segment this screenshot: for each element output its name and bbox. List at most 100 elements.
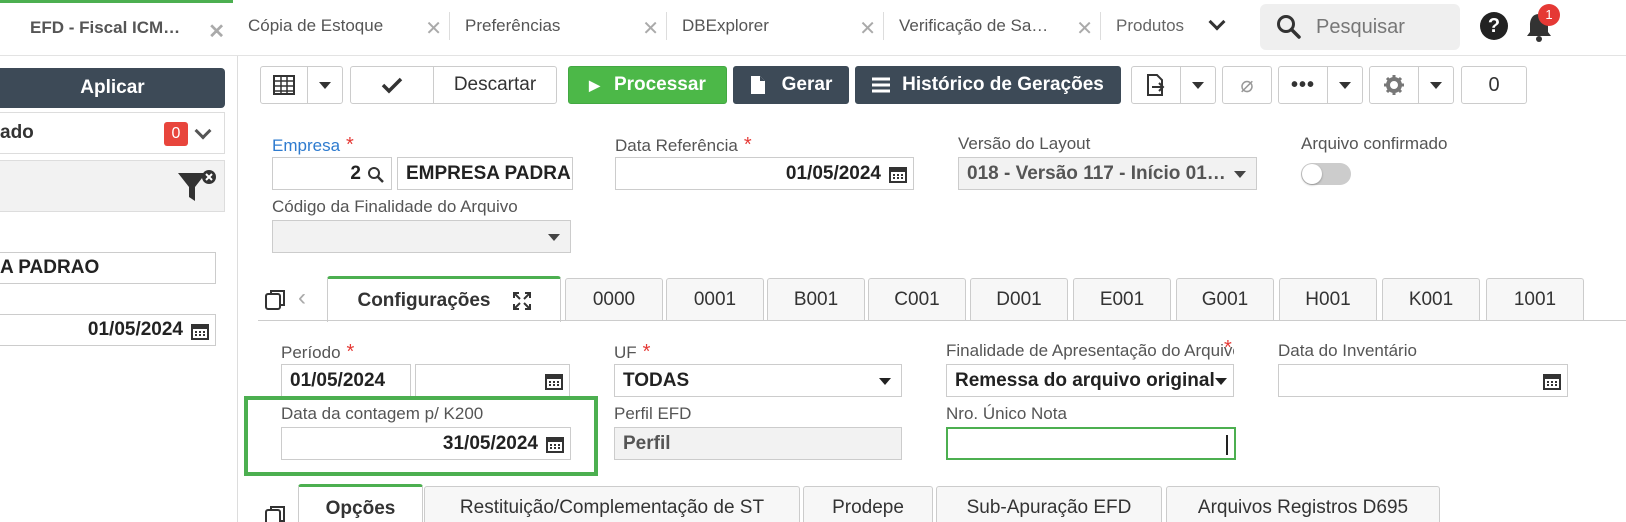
- versao-layout-value: 018 - Versão 117 - Início 01/…: [967, 162, 1226, 184]
- tab-0000[interactable]: 0000: [565, 278, 663, 320]
- data-inventario-input[interactable]: [1278, 364, 1568, 397]
- tab-d001[interactable]: D001: [970, 278, 1068, 320]
- filter-group-row[interactable]: ado 0: [0, 112, 225, 154]
- confirm-button[interactable]: [350, 66, 434, 104]
- tab-preferencias[interactable]: Preferências ✕: [450, 0, 667, 52]
- text-cursor: [1226, 435, 1228, 455]
- arquivo-confirmado-toggle[interactable]: [1301, 163, 1351, 185]
- periodo-start-input[interactable]: 01/05/2024: [281, 364, 411, 397]
- attachment-button[interactable]: ⌀: [1222, 66, 1272, 104]
- close-icon[interactable]: ✕: [425, 16, 442, 41]
- periodo-end-input[interactable]: [415, 364, 570, 397]
- search-placeholder: Pesquisar: [1316, 15, 1405, 38]
- tab-g001[interactable]: G001: [1176, 278, 1274, 320]
- calendar-icon[interactable]: [191, 322, 209, 340]
- toggle-knob: [1302, 164, 1322, 184]
- file-icon: [750, 76, 765, 94]
- history-button[interactable]: Histórico de Gerações: [855, 66, 1121, 104]
- settings-button[interactable]: [1369, 66, 1419, 104]
- caret-down-icon: [1339, 81, 1351, 89]
- caret-down-icon: [1192, 81, 1204, 89]
- tab-arquivos-d695[interactable]: Arquivos Registros D695: [1166, 486, 1440, 522]
- tab-efd-fiscal[interactable]: EFD - Fiscal ICM… ✕: [0, 0, 233, 52]
- process-button[interactable]: ▶ Processar: [568, 66, 727, 104]
- codigo-finalidade-label: Código da Finalidade do Arquivo: [272, 197, 518, 216]
- required-marker: *: [346, 134, 354, 156]
- tab-produtos[interactable]: Produtos: [1101, 0, 1246, 52]
- tab-k001[interactable]: K001: [1382, 278, 1480, 320]
- tab-dbexplorer[interactable]: DBExplorer ✕: [667, 0, 884, 52]
- perfil-efd-input[interactable]: Perfil: [614, 427, 902, 460]
- history-label: Histórico de Gerações: [902, 74, 1104, 95]
- versao-layout-label: Versão do Layout: [958, 134, 1091, 153]
- tab-0001[interactable]: 0001: [666, 278, 764, 320]
- empresa-name-input[interactable]: EMPRESA PADRA: [397, 157, 573, 190]
- tab-opcoes[interactable]: Opções: [298, 484, 423, 522]
- tab-copia-estoque[interactable]: Cópia de Estoque ✕: [233, 0, 450, 52]
- empresa-label[interactable]: Empresa *: [272, 134, 354, 157]
- process-label: Processar: [613, 74, 706, 95]
- export-button[interactable]: [1131, 66, 1181, 104]
- caret-down-icon: [548, 234, 560, 241]
- grid-view-dropdown[interactable]: [307, 66, 343, 104]
- tab-prodepe[interactable]: Prodepe: [803, 486, 933, 522]
- search-input[interactable]: Pesquisar: [1260, 4, 1460, 50]
- check-icon: [381, 77, 403, 94]
- required-marker: *: [1224, 337, 1232, 359]
- filter-company-field[interactable]: A PADRAO: [0, 252, 216, 284]
- record-counter: 0: [1461, 66, 1527, 104]
- more-dropdown[interactable]: [1327, 66, 1363, 104]
- required-marker: *: [743, 134, 752, 156]
- generate-button[interactable]: Gerar: [733, 66, 849, 104]
- filter-date-field[interactable]: 01/05/2024: [0, 314, 216, 346]
- caret-down-icon: [1215, 378, 1227, 385]
- tab-c001[interactable]: C001: [868, 278, 966, 320]
- close-icon[interactable]: ✕: [1076, 16, 1093, 41]
- apply-button[interactable]: Aplicar: [0, 68, 225, 108]
- tab-e001[interactable]: E001: [1073, 278, 1171, 320]
- codigo-finalidade-select[interactable]: [272, 220, 571, 253]
- help-icon[interactable]: ?: [1480, 12, 1508, 40]
- calendar-icon[interactable]: [889, 165, 907, 183]
- expand-icon[interactable]: [512, 291, 531, 310]
- data-referencia-label-text: Data Referência: [615, 136, 738, 155]
- nro-unico-nota-input[interactable]: [946, 427, 1236, 460]
- search-icon[interactable]: [367, 166, 385, 184]
- required-marker: *: [642, 341, 651, 363]
- versao-layout-select[interactable]: 018 - Versão 117 - Início 01/…: [958, 157, 1257, 190]
- tab-label: EFD - Fiscal ICM…: [30, 17, 181, 37]
- empresa-label-text: Empresa: [272, 136, 341, 155]
- tab-h001[interactable]: H001: [1279, 278, 1377, 320]
- copy-icon[interactable]: [264, 504, 288, 522]
- chevron-down-icon[interactable]: [1208, 13, 1226, 31]
- arquivo-confirmado-label: Arquivo confirmado: [1301, 134, 1448, 153]
- calendar-icon[interactable]: [545, 372, 563, 390]
- tab-restituicao[interactable]: Restituição/Complementação de ST: [424, 486, 800, 522]
- tab-label: Preferências: [465, 16, 561, 35]
- calendar-icon[interactable]: [1543, 372, 1561, 390]
- tab-configuracoes[interactable]: Configurações: [327, 276, 561, 322]
- finalidade-label: Finalidade de Apresentação do Arquivo: [946, 341, 1234, 361]
- close-icon[interactable]: ✕: [642, 16, 659, 41]
- chevron-left-icon[interactable]: ‹: [298, 284, 306, 312]
- grid-view-button[interactable]: [260, 66, 308, 104]
- empresa-code-input[interactable]: 2: [272, 157, 392, 190]
- tab-sub-apuracao[interactable]: Sub-Apuração EFD: [936, 486, 1162, 522]
- tab-1001[interactable]: 1001: [1486, 278, 1584, 320]
- finalidade-select[interactable]: Remessa do arquivo original: [946, 364, 1234, 397]
- gear-icon: [1384, 75, 1404, 95]
- tab-label: Verificação de Sa…: [899, 16, 1049, 35]
- discard-button[interactable]: Descartar: [433, 66, 557, 104]
- tab-b001[interactable]: B001: [767, 278, 865, 320]
- settings-dropdown[interactable]: [1418, 66, 1454, 104]
- chevron-down-icon[interactable]: [194, 122, 212, 140]
- data-referencia-input[interactable]: 01/05/2024: [615, 157, 914, 190]
- tab-verificacao[interactable]: Verificação de Sa… ✕: [884, 0, 1101, 52]
- close-icon[interactable]: ✕: [859, 16, 876, 41]
- uf-select[interactable]: TODAS: [614, 364, 902, 397]
- clear-filter-icon[interactable]: [176, 167, 222, 207]
- copy-icon[interactable]: [264, 288, 288, 312]
- close-icon[interactable]: ✕: [208, 19, 225, 44]
- more-button[interactable]: •••: [1278, 66, 1328, 104]
- export-dropdown[interactable]: [1180, 66, 1216, 104]
